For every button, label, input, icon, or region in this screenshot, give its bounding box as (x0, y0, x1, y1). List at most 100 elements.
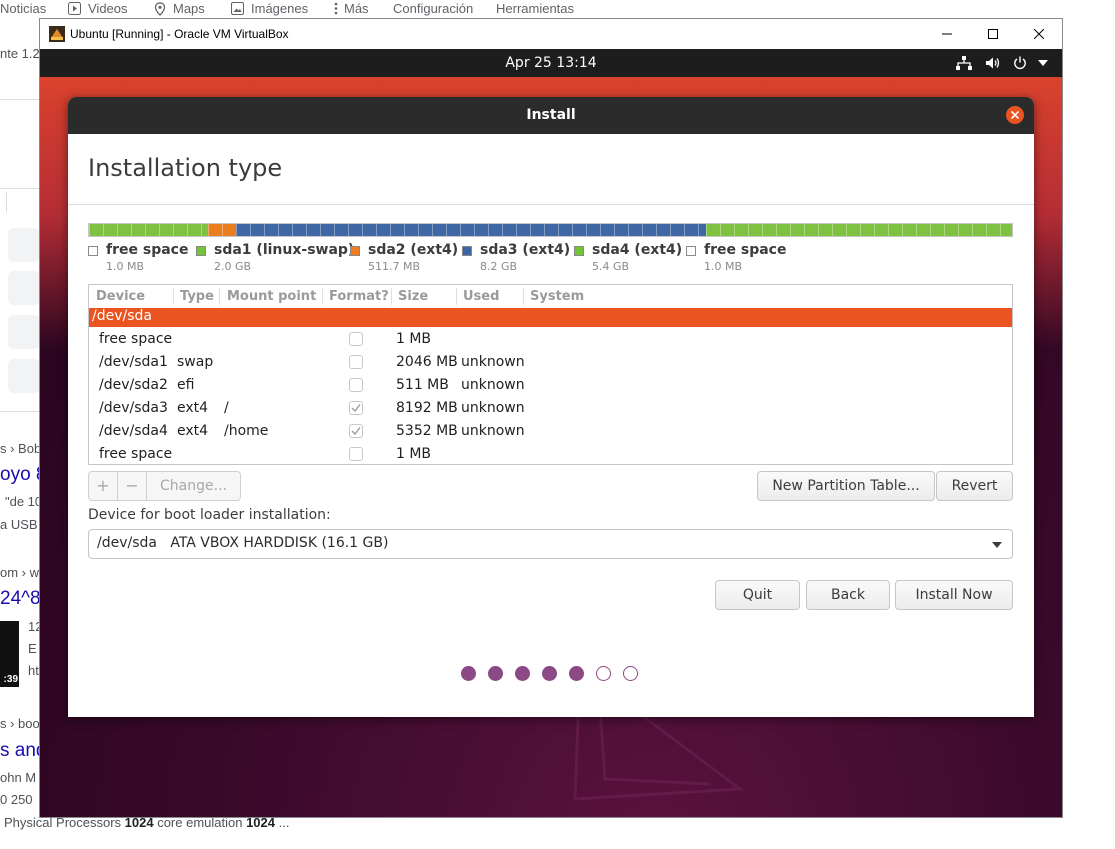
vm-screen[interactable]: Apr 25 13:14 Install Installation type f… (40, 49, 1062, 817)
column-separator (219, 288, 220, 305)
row-size: 8192 MB (396, 400, 458, 416)
result-title-link[interactable]: oyo 8 (0, 464, 40, 486)
power-icon[interactable] (1013, 56, 1027, 70)
video-thumbnail[interactable]: :39 (0, 621, 19, 687)
check-icon (351, 427, 361, 436)
column-separator (173, 288, 174, 305)
legend-name: sda3 (ext4) (480, 242, 571, 258)
format-checkbox[interactable] (349, 332, 363, 346)
change-partition-button[interactable]: Change... (146, 471, 241, 501)
virtualbox-app-icon (49, 26, 65, 42)
result-snippet: 0 250 (0, 792, 33, 807)
boot-loader-device-select[interactable]: /dev/sda ATA VBOX HARDDISK (16.1 GB) (88, 529, 1013, 559)
nav-maps[interactable]: Maps (173, 1, 205, 16)
partition-table[interactable]: Device Type Mount point Format? Size Use… (88, 284, 1013, 465)
divider (6, 192, 7, 212)
column-header-used[interactable]: Used (463, 289, 499, 304)
legend-name: free space (704, 242, 787, 258)
minimize-button[interactable] (924, 19, 970, 49)
column-separator (523, 288, 524, 305)
column-header-system[interactable]: System (530, 289, 584, 304)
result-snippet: E (28, 641, 37, 656)
clock[interactable]: Apr 25 13:14 (40, 55, 1062, 71)
row-used: unknown (461, 423, 525, 439)
table-row[interactable]: free space 1 MB (89, 328, 1012, 351)
revert-button[interactable]: Revert (936, 471, 1013, 501)
dropdown-icon[interactable] (1038, 60, 1048, 66)
legend-swatch (350, 246, 360, 256)
legend-name: sda1 (linux-swap) (214, 242, 355, 258)
chevron-down-icon (992, 542, 1002, 548)
legend-swatch (574, 246, 584, 256)
install-dialog: Install Installation type free space 1.0 … (68, 97, 1034, 717)
progress-step-dot (623, 666, 638, 681)
table-row-disk[interactable]: /dev/sda (89, 308, 1012, 327)
window-titlebar[interactable]: Ubuntu [Running] - Oracle VM VirtualBox (40, 19, 1062, 49)
table-row[interactable]: /dev/sda1 swap 2046 MB unknown (89, 351, 1012, 374)
result-snippet: a USB (0, 517, 38, 532)
page-title: Installation type (88, 154, 283, 182)
row-device: free space (99, 446, 173, 462)
image-icon (231, 2, 244, 15)
nav-mas[interactable]: Más (344, 1, 369, 16)
maximize-icon (988, 29, 998, 39)
dialog-close-button[interactable] (1006, 106, 1024, 124)
maximize-button[interactable] (970, 19, 1016, 49)
add-partition-button[interactable]: + (88, 471, 118, 501)
dialog-title: Install (526, 107, 576, 123)
column-header-type[interactable]: Type (180, 289, 214, 304)
table-row[interactable]: /dev/sda2 efi 511 MB unknown (89, 374, 1012, 397)
table-row[interactable]: /dev/sda4 ext4 /home 5352 MB unknown (89, 420, 1012, 443)
legend-swatch (196, 246, 206, 256)
row-device: /dev/sda3 (99, 400, 168, 416)
divider (0, 411, 40, 412)
row-used: unknown (461, 400, 525, 416)
install-now-button[interactable]: Install Now (895, 580, 1013, 610)
table-header: Device Type Mount point Format? Size Use… (89, 285, 1012, 308)
related-search-chip[interactable] (8, 271, 40, 305)
back-button[interactable]: Back (806, 580, 890, 610)
format-checkbox[interactable] (349, 355, 363, 369)
nav-imagenes[interactable]: Imágenes (251, 1, 308, 16)
dialog-header[interactable]: Install (68, 97, 1034, 134)
related-search-chip[interactable] (8, 315, 40, 349)
close-icon (1034, 29, 1044, 39)
column-separator (391, 288, 392, 305)
result-title-link[interactable]: 24^8 (0, 588, 40, 610)
related-search-chip[interactable] (8, 228, 40, 262)
volume-icon[interactable] (985, 56, 1000, 70)
browser-nav-bar: Noticias Videos Maps Imágenes Más Config… (0, 0, 1115, 19)
row-size: 511 MB (396, 377, 449, 393)
nav-videos[interactable]: Videos (88, 1, 128, 16)
window-title: Ubuntu [Running] - Oracle VM VirtualBox (70, 27, 289, 41)
row-used: unknown (461, 377, 525, 393)
progress-step-dot (596, 666, 611, 681)
network-icon[interactable] (956, 56, 972, 70)
row-size: 1 MB (396, 331, 432, 347)
result-title-link[interactable]: s and (0, 740, 40, 762)
format-checkbox[interactable] (349, 447, 363, 461)
table-row[interactable]: /dev/sda3 ext4 / 8192 MB unknown (89, 397, 1012, 420)
legend-size: 2.0 GB (214, 260, 252, 273)
video-duration: :39 (3, 674, 18, 685)
nav-configuracion[interactable]: Configuración (393, 1, 473, 16)
format-checkbox[interactable] (349, 401, 363, 415)
column-header-device[interactable]: Device (96, 289, 145, 304)
divider (68, 204, 1034, 205)
column-header-format[interactable]: Format? (329, 289, 389, 304)
column-header-mount[interactable]: Mount point (227, 289, 316, 304)
table-row[interactable]: free space 1 MB (89, 443, 1012, 464)
related-search-chip[interactable] (8, 359, 40, 393)
new-partition-table-button[interactable]: New Partition Table... (757, 471, 935, 501)
format-checkbox[interactable] (349, 424, 363, 438)
quit-button[interactable]: Quit (715, 580, 800, 610)
legend-size: 511.7 MB (368, 260, 421, 273)
close-window-button[interactable] (1016, 19, 1062, 49)
result-breadcrumb: s › Bob (0, 441, 40, 456)
row-device: /dev/sda2 (99, 377, 168, 393)
column-header-size[interactable]: Size (398, 289, 428, 304)
format-checkbox[interactable] (349, 378, 363, 392)
remove-partition-button[interactable]: − (117, 471, 147, 501)
row-device: free space (99, 331, 173, 347)
nav-herramientas[interactable]: Herramientas (496, 1, 574, 16)
